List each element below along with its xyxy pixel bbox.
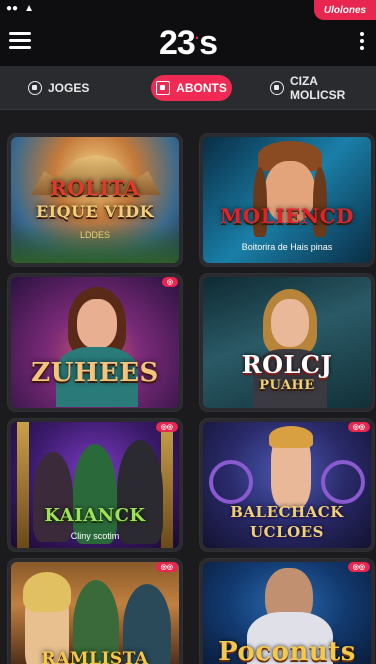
app-logo[interactable]: 23·s [0, 24, 376, 63]
more-options-icon[interactable] [360, 32, 366, 53]
tab-label: JOGES [48, 81, 90, 95]
category-tabs: JOGES ABONTS CIZA MOLICSR [0, 66, 376, 110]
game-card[interactable]: ROLITA EIQUE VIDK LDDES [8, 134, 182, 266]
game-thumbnail [11, 137, 179, 263]
game-card[interactable]: ◎◎ Poconuts [200, 559, 374, 664]
game-badge: ◎◎ [155, 422, 178, 432]
game-badge: ◎◎ [347, 422, 370, 432]
promo-pill[interactable]: Ulolones [314, 0, 376, 20]
signal-icon: ●● [6, 3, 19, 14]
gamepad-icon [28, 81, 42, 95]
game-title-line2: EIQUE VIDK [35, 202, 154, 221]
game-title: KAIANCK [44, 505, 146, 526]
game-card[interactable]: ◎◎ RAMLISTA [8, 559, 182, 664]
game-card[interactable]: MOLIENCD Boitorira de Hais pinas [200, 134, 374, 266]
game-badge: ◎◎ [347, 562, 370, 572]
alert-icon: ▲ [24, 3, 34, 14]
game-title: RAMLISTA [41, 649, 149, 664]
game-grid: ROLITA EIQUE VIDK LDDES MOLIENCD Boitori… [0, 110, 376, 664]
game-subtitle: Cliny scotim [70, 531, 120, 541]
ticket-icon [156, 81, 171, 95]
game-thumbnail [11, 277, 179, 408]
status-bar: ●● ▲ Ulolones [0, 0, 376, 20]
globe-icon [270, 81, 284, 95]
game-title: ROLCJ [241, 350, 333, 379]
game-card[interactable]: ROLCJ PUAHE [200, 274, 374, 411]
game-title: MOLIENCD [220, 204, 354, 228]
tab-ciza-molicsr[interactable]: CIZA MOLICSR [270, 74, 376, 102]
game-thumbnail [11, 422, 179, 548]
game-card[interactable]: ◎◎ KAIANCK Cliny scotim [8, 419, 182, 551]
tab-label: ABONTS [176, 81, 227, 95]
game-title: ZUHEES [31, 358, 159, 388]
game-subtitle: LDDES [79, 230, 110, 240]
game-badge: ◎◎ [155, 562, 178, 572]
game-title-line2: PUAHE [259, 378, 315, 393]
game-card[interactable]: ◎◎ BALECHACK UCLOES [200, 419, 374, 551]
logo-text: 23 [158, 24, 196, 62]
game-title: Poconuts [218, 637, 356, 664]
game-card[interactable]: ◎ ZUHEES [8, 274, 182, 411]
logo-suffix: s [199, 24, 218, 62]
game-badge: ◎ [161, 277, 178, 287]
tab-abonts[interactable]: ABONTS [151, 75, 232, 101]
game-title-line2: UCLOES [250, 523, 324, 541]
status-icons: ●● ▲ [6, 3, 34, 14]
app-header: 23·s [0, 20, 376, 66]
logo-dot: · [194, 30, 200, 47]
game-title: ROLITA [50, 176, 140, 200]
game-title: BALECHACK [230, 503, 344, 521]
tab-joges[interactable]: JOGES [28, 75, 89, 101]
game-subtitle: Boitorira de Hais pinas [241, 242, 333, 252]
tab-label: CIZA MOLICSR [289, 74, 346, 102]
